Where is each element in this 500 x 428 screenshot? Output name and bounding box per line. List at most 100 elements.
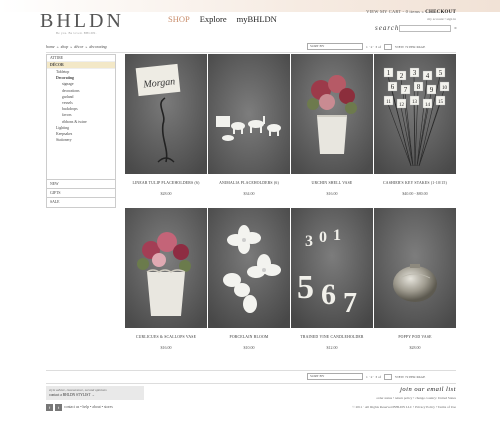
sort-bar-top: SORT BY 1 · 2 · 3 of VIEW 72 PER PAGE: [307, 43, 425, 50]
stake-number: 10: [442, 86, 448, 91]
stake-number: 7: [404, 86, 408, 94]
stake-number: 15: [438, 100, 444, 105]
sidebar-item-new[interactable]: NEW: [47, 179, 115, 188]
breadcrumb-home[interactable]: home: [46, 44, 55, 49]
product-name[interactable]: POPPY POD VASE: [374, 335, 456, 339]
product-name[interactable]: ANIMALIA PLACEHOLDERS (6): [208, 181, 290, 185]
pagination[interactable]: 1 · 2 · 3 of: [366, 375, 381, 379]
product-name[interactable]: LINEAR TULIP PLACEHOLDERS (6): [125, 181, 207, 185]
candle-digit: 7: [343, 288, 357, 319]
nav-shop[interactable]: SHOP: [168, 14, 190, 24]
nav-mybhldn[interactable]: myBHLDN: [237, 14, 277, 24]
product-image[interactable]: [208, 208, 290, 328]
breadcrumb-shop[interactable]: shop: [61, 44, 69, 49]
product-card[interactable]: URCHIN SHELL VASE $16.00: [291, 54, 373, 196]
stake-number: 4: [426, 72, 430, 80]
product-price: $16.00: [160, 345, 172, 350]
stake-number: 11: [386, 100, 391, 105]
brand-tagline: Be you. Be loved. BHLDN.: [56, 31, 97, 35]
product-price: $12.00: [326, 345, 338, 350]
twitter-icon[interactable]: t: [55, 404, 62, 411]
view-per-page-link[interactable]: VIEW 72 PER PAGE: [395, 45, 425, 49]
product-name[interactable]: CURLICUES & SCALLOPS VASE: [125, 335, 207, 339]
product-image[interactable]: 3 0 1 5 6 7: [291, 208, 373, 328]
candle-digit: 0: [319, 229, 327, 246]
stake-number: 1: [387, 69, 391, 77]
product-image[interactable]: 1 2 3 4 5 6 7 8 9 10 11 12 13 14 15: [374, 54, 456, 174]
pagination[interactable]: 1 · 2 · 3 of: [366, 45, 381, 49]
contact-stylist-link[interactable]: contact a BHLDN STYLIST →: [49, 393, 141, 397]
product-image[interactable]: [125, 208, 207, 328]
product-name[interactable]: CASHIER'S KEY STAKES (1-10/15): [374, 181, 456, 185]
facebook-icon[interactable]: f: [46, 404, 53, 411]
product-card[interactable]: ANIMALIA PLACEHOLDERS (6) $34.00: [208, 54, 290, 196]
sort-bar-bottom: SORT BY 1 · 2 · 3 of VIEW 72 PER PAGE: [307, 373, 425, 380]
page-select[interactable]: [383, 43, 392, 50]
sidebar-item-decor[interactable]: DÉCOR: [47, 62, 115, 69]
product-image[interactable]: Morgan: [125, 54, 207, 174]
account-links[interactable]: my account • sign in: [427, 17, 456, 21]
product-image[interactable]: [374, 208, 456, 328]
product-card[interactable]: Morgan LINEAR TULIP PLACEHOLDERS (6) $28…: [125, 54, 207, 196]
stake-number: 2: [400, 72, 404, 80]
stake-number: 8: [417, 83, 421, 91]
sort-select[interactable]: SORT BY: [307, 373, 363, 380]
stylist-tagline: style advice, reassurance, second opinio…: [49, 388, 107, 392]
search-label: search: [375, 24, 400, 32]
candle-digit: 1: [333, 227, 341, 244]
breadcrumb-decor[interactable]: décor: [74, 44, 83, 49]
candle-digit: 5: [297, 269, 314, 306]
product-price: $28.00: [160, 191, 172, 196]
product-card[interactable]: 3 0 1 5 6 7 TRAINED VINE CANDLEHOLDER $1…: [291, 208, 373, 350]
stylist-banner[interactable]: style advice, reassurance, second opinio…: [46, 386, 144, 400]
product-card[interactable]: CURLICUES & SCALLOPS VASE $16.00: [125, 208, 207, 350]
sidebar-item-sale[interactable]: SALE: [47, 197, 115, 206]
stake-number: 9: [430, 86, 434, 94]
stake-number: 5: [439, 69, 443, 77]
divider: [46, 370, 456, 371]
product-price: $16.00: [326, 191, 338, 196]
search-input[interactable]: [399, 25, 451, 32]
breadcrumb-decorating: decorating: [89, 44, 107, 49]
view-cart-link[interactable]: VIEW MY CART: [366, 9, 401, 14]
product-card[interactable]: 1 2 3 4 5 6 7 8 9 10 11 12 13 14 15 CASHIER'S KEY STAK…: [374, 54, 456, 196]
sidebar-item-gifts[interactable]: GIFTS: [47, 188, 115, 197]
product-name[interactable]: TRAINED VINE CANDLEHOLDER: [291, 335, 373, 339]
stake-number: 14: [425, 103, 431, 108]
social-links: f t: [46, 404, 62, 411]
stake-number: 13: [412, 100, 418, 105]
join-email-list-link[interactable]: join our email list: [400, 386, 456, 393]
order-links[interactable]: order status • return policy • change co…: [376, 396, 456, 400]
product-image[interactable]: [291, 54, 373, 174]
stake-number: 6: [391, 83, 395, 91]
product-image[interactable]: [208, 54, 290, 174]
main-nav: SHOP Explore myBHLDN: [168, 14, 277, 24]
view-per-page-link[interactable]: VIEW 72 PER PAGE: [395, 375, 425, 379]
candle-digit: 3: [305, 233, 313, 250]
search-go-icon[interactable]: »: [452, 25, 459, 32]
checkout-link[interactable]: CHECKOUT: [425, 10, 456, 15]
cart-count: - 0 items: [402, 9, 421, 14]
brand-logo[interactable]: BHLDN: [40, 10, 124, 33]
sort-select[interactable]: SORT BY: [307, 43, 363, 50]
divider: [46, 383, 456, 384]
product-price: $34.00: [243, 191, 255, 196]
category-sidebar: ATTIRE DÉCOR Tabletop Decorating signage…: [46, 54, 116, 208]
sidebar-item-attire[interactable]: ATTIRE: [47, 55, 115, 62]
product-card[interactable]: PORCELAIN BLOOM $10.00: [208, 208, 290, 350]
product-card[interactable]: POPPY POD VASE $28.00: [374, 208, 456, 350]
page-select[interactable]: [383, 373, 392, 380]
product-price: $10.00: [243, 345, 255, 350]
product-name[interactable]: URCHIN SHELL VASE: [291, 181, 373, 185]
product-price: $28.00: [409, 345, 421, 350]
divider: [46, 52, 456, 53]
stake-number: 3: [413, 69, 417, 77]
sidebar-item-stationery[interactable]: Stationery: [47, 137, 115, 143]
cart-bar: VIEW MY CART - 0 items » CHECKOUT: [366, 9, 456, 15]
product-name[interactable]: PORCELAIN BLOOM: [208, 335, 290, 339]
candle-digit: 6: [321, 278, 336, 311]
stake-number: 12: [399, 103, 405, 108]
copyright: © 2011 · All Rights Reserved BHLDN LLC •…: [352, 405, 456, 409]
footer-links[interactable]: contact us • help • about • stores: [64, 405, 113, 409]
nav-explore[interactable]: Explore: [200, 14, 227, 24]
